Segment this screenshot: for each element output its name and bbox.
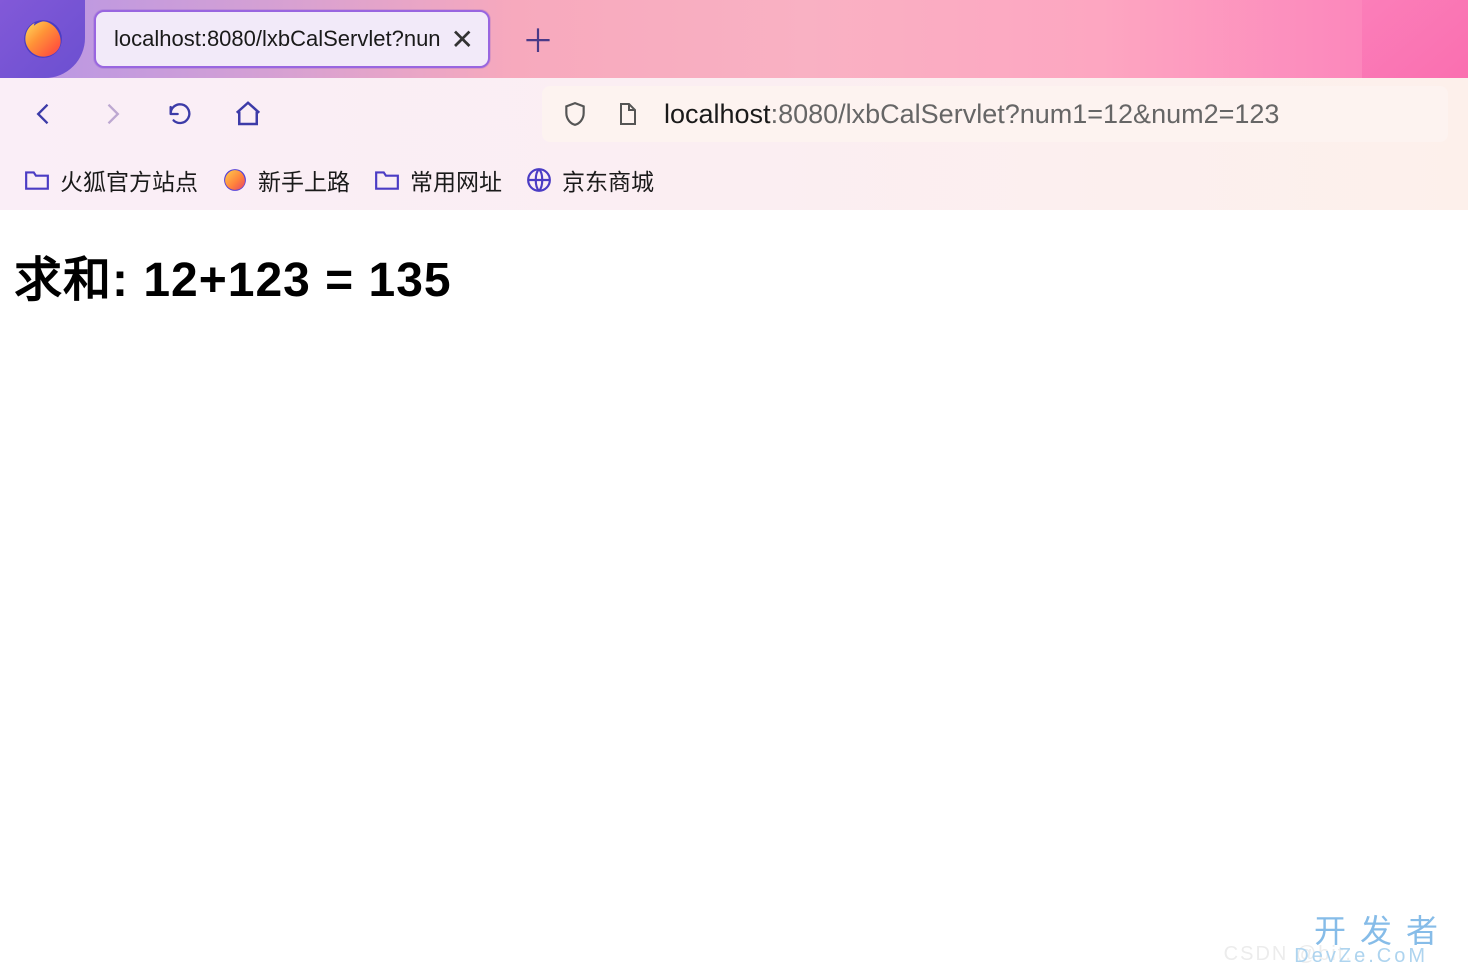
shield-icon[interactable] <box>560 99 590 129</box>
page-icon <box>612 99 642 129</box>
folder-icon <box>374 167 400 193</box>
firefox-logo-icon <box>22 18 64 60</box>
nav-bar: localhost:8080/lxbCalServlet?num1=12&num… <box>0 78 1468 150</box>
bookmark-common-sites[interactable]: 常用网址 <box>374 163 502 197</box>
page-content: 求和: 12+123 = 135 <box>0 210 1468 340</box>
folder-icon <box>24 167 50 193</box>
bookmark-getting-started[interactable]: 新手上路 <box>222 163 350 197</box>
tab-bar: localhost:8080/lxbCalServlet?nun ✕ ＋ <box>0 0 1468 78</box>
url-text: localhost:8080/lxbCalServlet?num1=12&num… <box>664 99 1279 130</box>
tab-title: localhost:8080/lxbCalServlet?nun <box>114 26 441 52</box>
back-button[interactable] <box>20 90 68 138</box>
new-tab-button[interactable]: ＋ <box>522 16 554 62</box>
reload-button[interactable] <box>156 90 204 138</box>
watermark-sub: DevZe.CoM <box>1294 945 1428 968</box>
globe-icon <box>526 167 552 193</box>
bookmark-firefox-official[interactable]: 火狐官方站点 <box>24 163 198 197</box>
close-icon[interactable]: ✕ <box>451 23 474 56</box>
bookmark-jd[interactable]: 京东商城 <box>526 163 654 197</box>
browser-tab[interactable]: localhost:8080/lxbCalServlet?nun ✕ <box>94 10 490 68</box>
bookmark-bar: 火狐官方站点 新手上路 常用网址 京东商城 <box>0 150 1468 210</box>
home-button[interactable] <box>224 90 272 138</box>
result-heading: 求和: 12+123 = 135 <box>14 240 1454 310</box>
url-bar[interactable]: localhost:8080/lxbCalServlet?num1=12&num… <box>542 86 1448 142</box>
forward-button[interactable] <box>88 90 136 138</box>
firefox-icon <box>222 167 248 193</box>
